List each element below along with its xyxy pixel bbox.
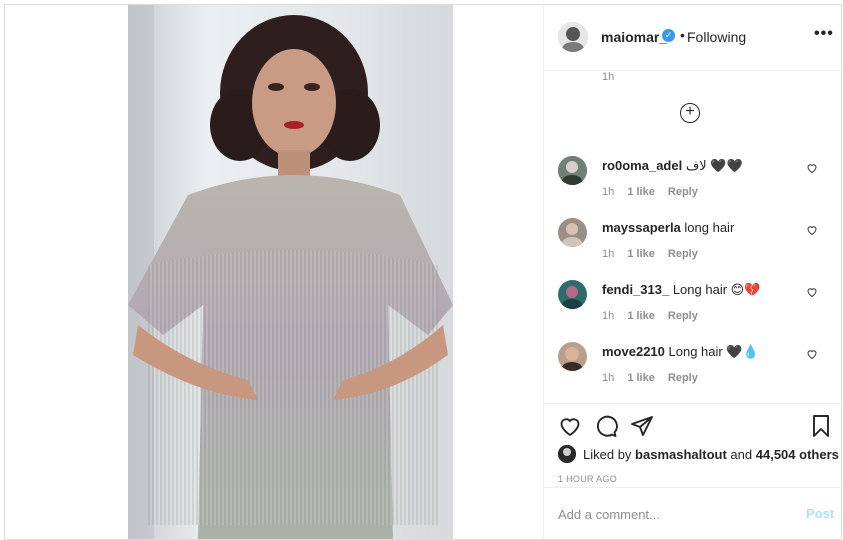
heart-icon[interactable] xyxy=(806,286,818,298)
post-photo[interactable] xyxy=(128,5,453,539)
bookmark-icon[interactable] xyxy=(809,414,833,438)
comment-meta: 1h 1 like Reply xyxy=(602,248,708,260)
commenter-avatar-image xyxy=(558,342,587,371)
comment-username[interactable]: ro0oma_adel xyxy=(602,158,682,173)
comment-meta: 1h 1 like Reply xyxy=(602,372,708,384)
heart-icon[interactable] xyxy=(806,162,818,174)
commenter-avatar[interactable] xyxy=(558,218,587,247)
comment-body: لاف 🖤🖤 xyxy=(685,158,743,173)
comment-item: mayssaperla long hair 1h 1 like Reply xyxy=(544,218,843,276)
comment-item: move2210 Long hair 🖤💧 1h 1 like Reply xyxy=(544,342,843,400)
more-options-icon[interactable]: ••• xyxy=(814,25,834,43)
comment-body: Long hair 🖤💧 xyxy=(668,344,759,359)
comment-body: Long hair 😊💔 xyxy=(672,282,761,297)
liker-avatar-image xyxy=(558,445,576,463)
commenter-avatar[interactable] xyxy=(558,280,587,309)
comment-likes[interactable]: 1 like xyxy=(627,372,655,384)
liked-by-prefix: Liked by xyxy=(583,447,632,462)
comment-input[interactable] xyxy=(558,502,788,526)
comment-username[interactable]: fendi_313_ xyxy=(602,282,669,297)
commenter-avatar[interactable] xyxy=(558,342,587,371)
reply-button[interactable]: Reply xyxy=(668,310,698,322)
liked-by-and: and xyxy=(730,447,753,462)
likes-count-link[interactable]: 44,504 others xyxy=(756,447,839,462)
heart-icon[interactable] xyxy=(806,348,818,360)
comment-item: ro0oma_adel لاف 🖤🖤 1h 1 like Reply xyxy=(544,156,843,214)
add-comment-bar: Post xyxy=(544,487,843,539)
comment-item: fendi_313_ Long hair 😊💔 1h 1 like Reply xyxy=(544,280,843,338)
comment-bubble-icon[interactable] xyxy=(594,414,618,438)
reply-button[interactable]: Reply xyxy=(668,248,698,260)
caption-time: 1h xyxy=(602,71,615,83)
author-username[interactable]: maiomar_ xyxy=(601,29,667,45)
header-separator: • xyxy=(680,27,685,43)
commenter-avatar[interactable] xyxy=(558,156,587,185)
plus-circle-icon[interactable]: + xyxy=(680,103,700,123)
heart-icon[interactable] xyxy=(558,414,582,438)
comment-likes[interactable]: 1 like xyxy=(627,186,655,198)
post-side-panel: maiomar_ ✓ • Following ••• 1h + ro0oma_a… xyxy=(543,5,843,539)
paper-plane-icon[interactable] xyxy=(630,414,654,438)
post-comment-button[interactable]: Post xyxy=(806,506,834,521)
comment-likes[interactable]: 1 like xyxy=(627,310,655,322)
post-photo-illustration xyxy=(128,5,453,539)
comment-text: mayssaperla long hair xyxy=(602,220,734,235)
following-button[interactable]: Following xyxy=(687,29,746,45)
comment-meta: 1h 1 like Reply xyxy=(602,186,708,198)
liked-by-text: Liked by basmashaltout and 44,504 others xyxy=(583,447,839,462)
reply-button[interactable]: Reply xyxy=(668,186,698,198)
post-timestamp[interactable]: 1 HOUR AGO xyxy=(558,474,617,484)
comment-text: fendi_313_ Long hair 😊💔 xyxy=(602,282,760,298)
liked-by-row: Liked by basmashaltout and 44,504 others xyxy=(558,444,843,464)
author-avatar-image xyxy=(558,22,588,52)
heart-icon[interactable] xyxy=(806,224,818,236)
comment-text: ro0oma_adel لاف 🖤🖤 xyxy=(602,158,743,174)
liker-username[interactable]: basmashaltout xyxy=(635,447,727,462)
post-modal: maiomar_ ✓ • Following ••• 1h + ro0oma_a… xyxy=(4,4,843,540)
comment-time[interactable]: 1h xyxy=(602,310,614,322)
comment-username[interactable]: move2210 xyxy=(602,344,665,359)
reply-button[interactable]: Reply xyxy=(668,372,698,384)
liker-avatar[interactable] xyxy=(558,445,576,463)
verified-badge-icon: ✓ xyxy=(662,29,675,42)
comment-username[interactable]: mayssaperla xyxy=(602,220,681,235)
comment-time[interactable]: 1h xyxy=(602,372,614,384)
comment-time[interactable]: 1h xyxy=(602,248,614,260)
commenter-avatar-image xyxy=(558,218,587,247)
comment-meta: 1h 1 like Reply xyxy=(602,310,708,322)
commenter-avatar-image xyxy=(558,156,587,185)
commenter-avatar-image xyxy=(558,280,587,309)
comment-text: move2210 Long hair 🖤💧 xyxy=(602,344,759,360)
comment-likes[interactable]: 1 like xyxy=(627,248,655,260)
media-area xyxy=(5,5,543,539)
author-avatar[interactable] xyxy=(558,22,588,52)
post-header: maiomar_ ✓ • Following ••• xyxy=(544,5,843,71)
comments-list[interactable]: 1h + ro0oma_adel لاف 🖤🖤 1h 1 like Reply xyxy=(544,71,843,403)
comment-body: long hair xyxy=(684,220,735,235)
comment-time[interactable]: 1h xyxy=(602,186,614,198)
